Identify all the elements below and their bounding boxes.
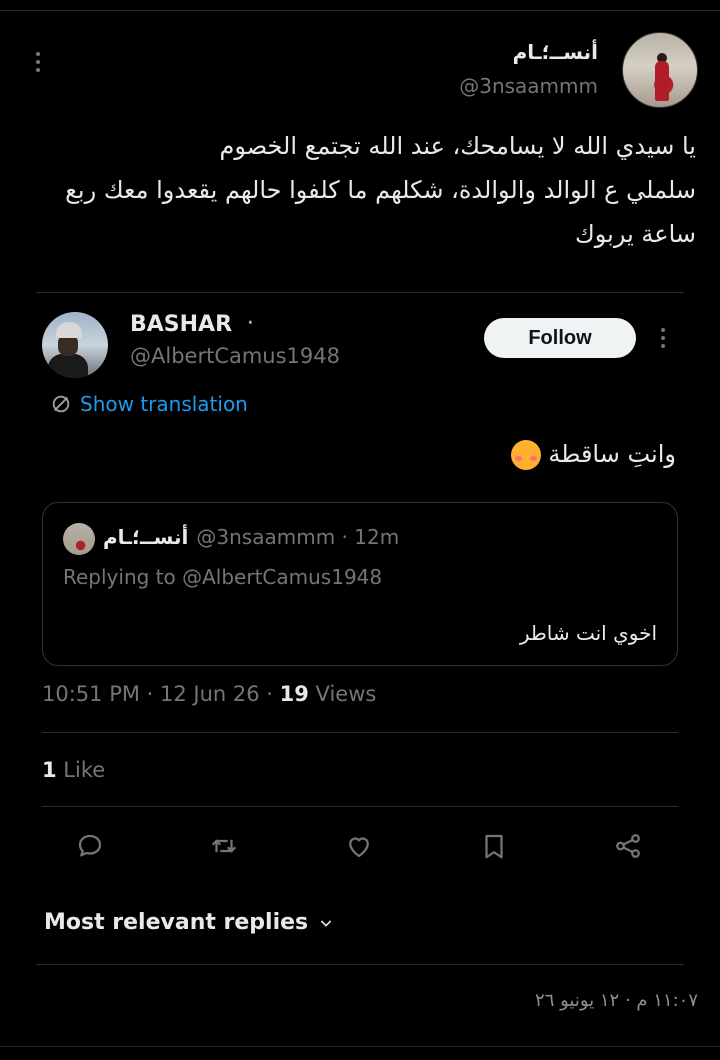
retweet-icon[interactable] bbox=[206, 828, 242, 864]
embedded-tweet-text-content: وانتِ ساقطة bbox=[548, 440, 676, 468]
divider bbox=[36, 292, 684, 293]
follow-button[interactable]: Follow bbox=[484, 318, 636, 358]
quoted-text: اخوي انت شاطر bbox=[519, 621, 657, 645]
divider bbox=[42, 806, 678, 807]
top-divider bbox=[0, 10, 720, 11]
avatar[interactable] bbox=[622, 32, 698, 108]
more-options-icon[interactable] bbox=[36, 52, 40, 72]
author-name[interactable]: أنســ؛ـام bbox=[513, 40, 598, 64]
footer-timestamp: ١١:٠٧ م · ١٢ يونيو ٢٦ bbox=[535, 990, 698, 1011]
smiling-face-with-hearts-icon bbox=[510, 440, 541, 470]
share-icon[interactable] bbox=[610, 828, 646, 864]
tweet-text-line: يا سيدي الله لا يسامحك، عند الله تجتمع ا… bbox=[219, 132, 696, 160]
likes-count: 1 bbox=[42, 758, 57, 782]
likes-summary[interactable]: 1 Like bbox=[42, 758, 105, 782]
replying-to: Replying to @AlbertCamus1948 bbox=[63, 565, 383, 589]
bottom-divider bbox=[0, 1046, 720, 1047]
likes-label: Like bbox=[56, 758, 106, 782]
replies-sort-label: Most relevant replies bbox=[44, 910, 309, 935]
divider bbox=[42, 732, 678, 733]
views-count[interactable]: 19 bbox=[280, 682, 309, 706]
author-handle[interactable]: @3nsaammm bbox=[459, 74, 598, 98]
translate-icon bbox=[52, 395, 70, 413]
embedded-tweet-text: وانتِ ساقطة bbox=[510, 440, 676, 470]
bookmark-icon[interactable] bbox=[476, 828, 512, 864]
reply-icon[interactable] bbox=[72, 828, 108, 864]
views-label: Views bbox=[308, 682, 377, 706]
show-translation-label: Show translation bbox=[80, 392, 248, 416]
embedded-author-name[interactable]: BASHAR ᛫ bbox=[130, 312, 257, 337]
name-badge-icon: ᛫ bbox=[243, 312, 257, 337]
tweet-text-line: سلملي ع الوالد والوالدة، شكلهم ما كلفوا … bbox=[65, 176, 696, 204]
quoted-handle-time: @3nsaammm · 12m bbox=[196, 525, 400, 549]
replies-sort-dropdown[interactable]: Most relevant replies bbox=[44, 910, 334, 935]
embedded-author-handle[interactable]: @AlbertCamus1948 bbox=[130, 344, 340, 368]
tweet-text-line: ساعة يربوك bbox=[574, 220, 696, 248]
embedded-avatar[interactable] bbox=[42, 312, 108, 378]
tweet-meta: 10:51 PM · 12 Jun 26 · 19 Views bbox=[42, 682, 376, 706]
embedded-more-options-icon[interactable] bbox=[661, 328, 665, 348]
quoted-tweet-card[interactable]: أنســ؛ـام @3nsaammm · 12m Replying to @A… bbox=[42, 502, 678, 666]
quoted-avatar bbox=[63, 523, 95, 555]
quoted-header: أنســ؛ـام @3nsaammm · 12m bbox=[103, 525, 399, 549]
like-icon[interactable] bbox=[341, 828, 377, 864]
show-translation-link[interactable]: Show translation bbox=[50, 392, 248, 416]
quoted-author-name: أنســ؛ـام bbox=[103, 525, 189, 549]
chevron-down-icon bbox=[320, 919, 332, 927]
tweet-text: يا سيدي الله لا يسامحك، عند الله تجتمع ا… bbox=[36, 124, 696, 256]
timestamp: 10:51 PM · 12 Jun 26 · bbox=[42, 682, 280, 706]
divider bbox=[36, 964, 684, 965]
